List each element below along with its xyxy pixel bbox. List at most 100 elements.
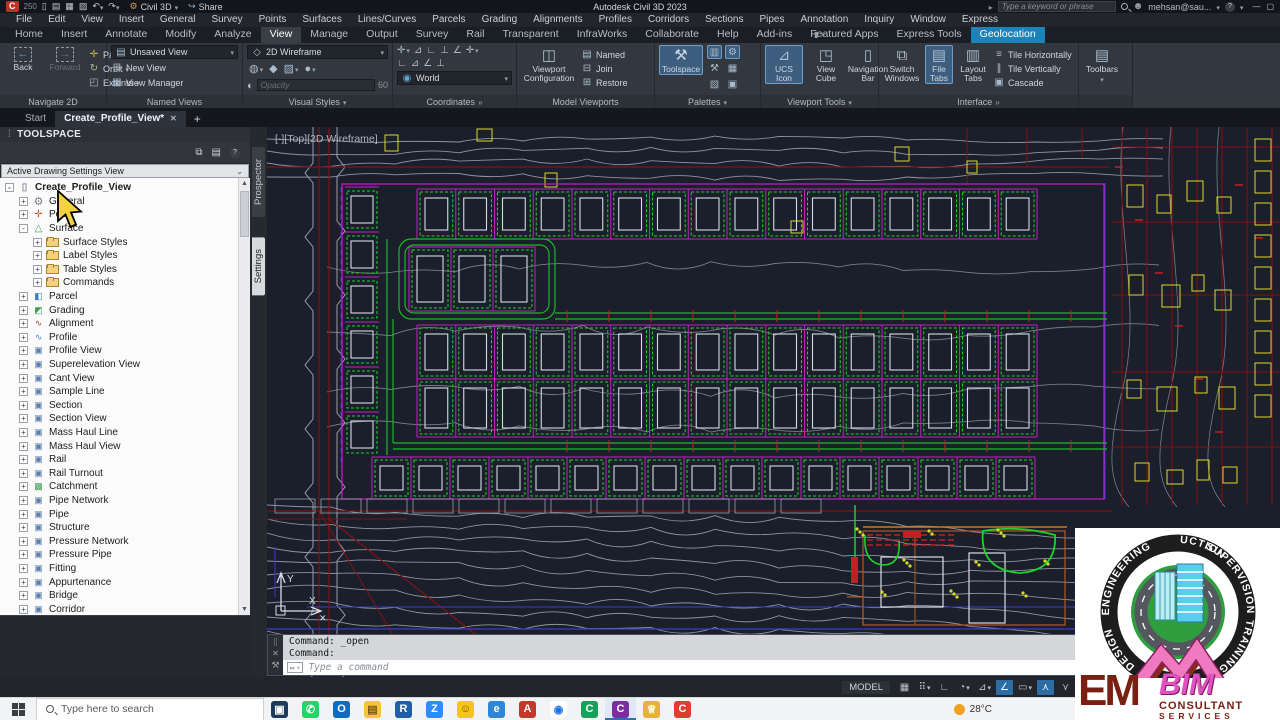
- back-button[interactable]: ← Back: [4, 45, 42, 72]
- settings-view-dropdown[interactable]: Active Drawing Settings View ⌄: [1, 164, 249, 178]
- autocad-icon[interactable]: A: [512, 698, 543, 720]
- chrome-icon[interactable]: ◉: [543, 698, 574, 720]
- tree-expander-icon[interactable]: +: [19, 441, 28, 451]
- tree-expander-icon[interactable]: -: [5, 183, 14, 193]
- edge-style-icon[interactable]: ▨: [284, 62, 299, 75]
- annotation-monitor-icon[interactable]: ⋏: [1037, 679, 1054, 695]
- tree-expander-icon[interactable]: +: [19, 196, 28, 206]
- tree-expander-icon[interactable]: +: [19, 332, 28, 342]
- viewport-controls[interactable]: [-][Top][2D Wireframe]: [275, 133, 378, 145]
- menu-item[interactable]: Inquiry: [856, 13, 902, 27]
- layout-tabs-button[interactable]: Layout Tabs: [957, 45, 989, 83]
- ribbon-tab[interactable]: Output: [357, 27, 407, 43]
- xray-toggle-icon[interactable]: [247, 76, 254, 94]
- ribbon-tab[interactable]: InfraWorks: [568, 27, 637, 43]
- object-snap-icon[interactable]: ▭: [1016, 680, 1034, 695]
- design-center-icon[interactable]: ▣: [725, 77, 740, 91]
- tree-scrollbar[interactable]: ▲ ▼: [238, 178, 250, 615]
- tile-vertically-button[interactable]: Tile Vertically: [993, 62, 1072, 75]
- tree-expander-icon[interactable]: +: [19, 495, 28, 505]
- tree-item[interactable]: - Create_Profile_View: [0, 181, 250, 195]
- view-list-dropdown[interactable]: Unsaved View: [111, 45, 238, 59]
- ribbon-tab[interactable]: Analyze: [205, 27, 260, 43]
- tree-expander-icon[interactable]: +: [19, 210, 28, 220]
- tab-drawing[interactable]: Create_Profile_View*: [55, 111, 186, 127]
- tree-expander-icon[interactable]: +: [19, 523, 28, 533]
- ucs-named-icon[interactable]: ∠: [423, 58, 432, 69]
- tree-item[interactable]: + Pressure Network: [0, 534, 250, 548]
- tree-item[interactable]: + Surface Styles: [0, 235, 250, 249]
- open-icon[interactable]: ▤: [52, 1, 61, 12]
- ucs-face-icon[interactable]: ⊥: [440, 45, 449, 56]
- restore-viewport-button[interactable]: Restore: [581, 76, 628, 89]
- annotation-scale-icon[interactable]: ⋎: [1057, 680, 1074, 695]
- command-icon[interactable]: [287, 662, 304, 673]
- tree-item[interactable]: + Fitting: [0, 562, 250, 576]
- survey-palette-icon[interactable]: ▧: [707, 77, 722, 91]
- ribbon-tab[interactable]: Manage: [301, 27, 357, 43]
- toolspace-button[interactable]: Toolspace: [659, 45, 703, 75]
- ribbon-tab[interactable]: Survey: [407, 27, 458, 43]
- properties-palette-icon[interactable]: ▥: [707, 45, 722, 59]
- viewport-configuration-button[interactable]: Viewport Configuration: [521, 45, 577, 83]
- taskbar-search-input[interactable]: Type here to search: [36, 697, 264, 720]
- menu-item[interactable]: Surfaces: [294, 13, 349, 27]
- named-viewport-button[interactable]: Named: [581, 48, 628, 61]
- tree-expander-icon[interactable]: +: [19, 414, 28, 424]
- tree-expander-icon[interactable]: +: [19, 563, 28, 573]
- cascade-button[interactable]: Cascade: [993, 76, 1072, 89]
- tree-item[interactable]: + Rail: [0, 453, 250, 467]
- material-icon[interactable]: ●: [305, 63, 316, 75]
- properties-icon[interactable]: ▤: [212, 147, 221, 158]
- tree-expander-icon[interactable]: +: [19, 292, 28, 302]
- trophy-icon[interactable]: ♕: [636, 698, 667, 720]
- civil3d-icon[interactable]: C: [605, 698, 636, 720]
- tree-expander-icon[interactable]: +: [19, 455, 28, 465]
- panel-label[interactable]: Model Viewports: [517, 95, 654, 108]
- ucs-y-icon[interactable]: ⊿: [411, 58, 419, 69]
- file-explorer-icon[interactable]: ▤: [357, 698, 388, 720]
- tree-expander-icon[interactable]: +: [19, 346, 28, 356]
- ribbon-tab[interactable]: Insert: [52, 27, 96, 43]
- new-file-icon[interactable]: ▯: [42, 1, 47, 12]
- zoom-icon[interactable]: Z: [419, 698, 450, 720]
- tab-start[interactable]: Start: [16, 111, 55, 127]
- tree-expander-icon[interactable]: +: [19, 482, 28, 492]
- share-button[interactable]: Share: [188, 1, 223, 12]
- tree-item[interactable]: + Point: [0, 208, 250, 222]
- isodraft-icon[interactable]: ⊿: [976, 680, 993, 695]
- tree-expander-icon[interactable]: +: [19, 319, 28, 329]
- osnap-icon[interactable]: ∠: [996, 679, 1014, 695]
- ribbon-display-toggle[interactable]: ▮: [814, 30, 825, 41]
- menu-item[interactable]: Edit: [40, 13, 73, 27]
- menu-item[interactable]: General: [152, 13, 204, 27]
- menu-item[interactable]: File: [8, 13, 40, 27]
- emoji-icon[interactable]: ☺: [450, 698, 481, 720]
- ucs-icon[interactable]: ✛: [397, 45, 410, 56]
- menu-item[interactable]: Sections: [697, 13, 751, 27]
- tree-item[interactable]: + Profile: [0, 331, 250, 345]
- dialog-launcher-icon[interactable]: [478, 97, 482, 107]
- save-icon[interactable]: ▦: [65, 1, 74, 12]
- menu-item[interactable]: Annotation: [792, 13, 856, 27]
- new-view-button[interactable]: New View: [111, 61, 238, 74]
- tree-item[interactable]: + Section View: [0, 412, 250, 426]
- ribbon-tab[interactable]: Rail: [457, 27, 493, 43]
- tree-expander-icon[interactable]: +: [19, 360, 28, 370]
- ucs-z-icon[interactable]: ∟: [426, 45, 436, 56]
- scroll-up-icon[interactable]: ▲: [241, 180, 248, 187]
- plot-icon[interactable]: ▨: [79, 1, 88, 12]
- dialog-launcher-icon[interactable]: [995, 97, 999, 107]
- ucs-view-icon[interactable]: ∠: [453, 45, 462, 56]
- search-icon[interactable]: [1120, 3, 1128, 10]
- tree-item[interactable]: + Structure: [0, 521, 250, 535]
- tree-expander-icon[interactable]: +: [33, 264, 42, 274]
- new-drawing-button[interactable]: +: [186, 112, 209, 127]
- ucs-3point-icon[interactable]: ⊿: [414, 45, 422, 56]
- menu-item[interactable]: Lines/Curves: [350, 13, 424, 27]
- grid-icon[interactable]: ▦: [896, 680, 913, 695]
- tree-item[interactable]: + Label Styles: [0, 249, 250, 263]
- polar-tracking-icon[interactable]: ◔: [956, 680, 973, 695]
- tree-item[interactable]: + General: [0, 195, 250, 209]
- tree-expander-icon[interactable]: +: [19, 536, 28, 546]
